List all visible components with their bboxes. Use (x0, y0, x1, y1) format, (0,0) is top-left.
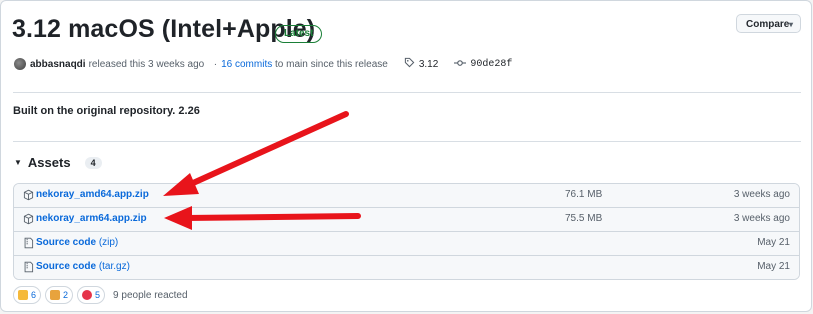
annotation-arrow-1 (163, 111, 349, 196)
annotation-arrows (163, 111, 361, 230)
annotation-arrow-2 (164, 206, 361, 230)
